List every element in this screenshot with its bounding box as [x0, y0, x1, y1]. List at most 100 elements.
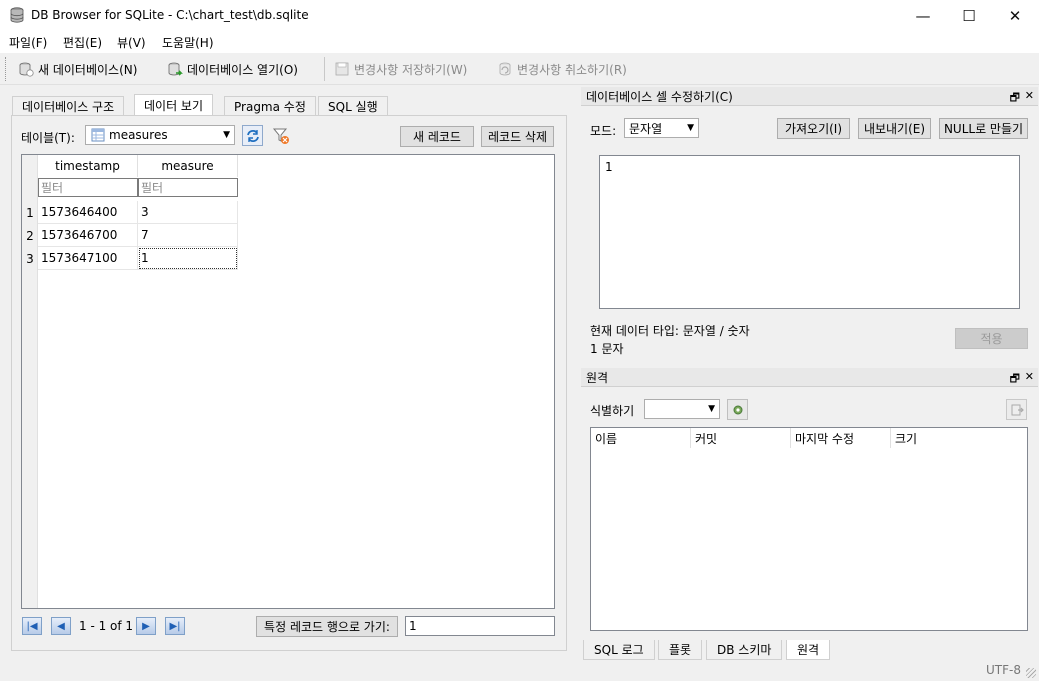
identity-settings-button[interactable] — [727, 399, 748, 420]
last-record-icon: ▶| — [169, 620, 181, 632]
minimize-button[interactable]: — — [900, 0, 946, 31]
tab-sql-log[interactable]: SQL 로그 — [583, 640, 655, 660]
clear-filter-icon — [272, 128, 289, 144]
dock-close-icon[interactable]: ✕ — [1025, 370, 1034, 383]
dock-float-icon[interactable]: 🗗 — [1010, 89, 1020, 108]
row-number[interactable]: 2 — [22, 224, 38, 247]
set-null-label: NULL로 만들기 — [943, 122, 1024, 136]
close-button[interactable]: ✕ — [992, 0, 1038, 31]
tab-label: 데이터 보기 — [144, 99, 204, 113]
edit-cell-dock-title[interactable]: 데이터베이스 셀 수정하기(C) 🗗 ✕ — [581, 87, 1038, 106]
previous-record-button[interactable]: ◀ — [51, 617, 71, 635]
menu-help[interactable]: 도움말(H) — [162, 34, 214, 51]
tab-plot[interactable]: 플롯 — [658, 640, 703, 660]
set-null-button[interactable]: NULL로 만들기 — [939, 118, 1028, 139]
identity-select[interactable]: ▼ — [644, 399, 720, 419]
new-database-icon — [19, 62, 34, 77]
record-counter: 1 - 1 of 1 — [79, 619, 134, 633]
toolbar-separator — [324, 57, 325, 81]
next-record-button[interactable]: ▶ — [136, 617, 156, 635]
table-cell-selected[interactable]: 1 — [138, 247, 238, 270]
dock-close-icon[interactable]: ✕ — [1025, 89, 1034, 102]
mode-select[interactable]: 문자열 ▼ — [624, 118, 699, 138]
remote-file-list[interactable]: 이름 커밋 마지막 수정 크기 — [590, 427, 1028, 631]
cell-editor[interactable]: 1 — [599, 155, 1020, 309]
refresh-button[interactable] — [242, 125, 263, 146]
go-to-record-label: 특정 레코드 행으로 가기: — [264, 620, 390, 634]
table-cell[interactable]: 1573646400 — [38, 201, 138, 224]
first-record-icon: |◀ — [26, 620, 38, 632]
table-select[interactable]: measures ▼ — [85, 125, 235, 145]
delete-record-button[interactable]: 레코드 삭제 — [481, 126, 554, 147]
chevron-down-icon: ▼ — [223, 130, 230, 140]
new-record-button[interactable]: 새 레코드 — [400, 126, 474, 147]
tab-edit-pragmas[interactable]: Pragma 수정 — [224, 96, 316, 116]
table-cell[interactable]: 1573646700 — [38, 224, 138, 247]
window-title: DB Browser for SQLite - C:\chart_test\db… — [31, 8, 309, 22]
last-record-button[interactable]: ▶| — [165, 617, 185, 635]
tab-browse-data[interactable]: 데이터 보기 — [134, 94, 214, 116]
remote-title: 원격 — [586, 370, 609, 385]
first-record-button[interactable]: |◀ — [22, 617, 42, 635]
toolbar-grip[interactable] — [5, 57, 8, 81]
go-to-record-button[interactable]: 특정 레코드 행으로 가기: — [256, 616, 398, 637]
table-icon — [91, 128, 105, 142]
row-number[interactable]: 1 — [22, 201, 38, 224]
go-to-record-input[interactable]: 1 — [405, 616, 555, 636]
previous-record-icon: ◀ — [57, 620, 65, 632]
column-header-name[interactable]: 이름 — [591, 428, 691, 448]
column-header-label: measure — [161, 159, 214, 173]
menu-view[interactable]: 뷰(V) — [117, 34, 146, 51]
column-header-size[interactable]: 크기 — [891, 428, 991, 448]
column-header-measure[interactable]: measure — [138, 155, 238, 177]
tab-db-schema[interactable]: DB 스키마 — [706, 640, 783, 660]
import-button[interactable]: 가져오기(I) — [777, 118, 850, 139]
title-bar: DB Browser for SQLite - C:\chart_test\db… — [0, 0, 1039, 31]
open-database-label: 데이터베이스 열기(O) — [187, 62, 298, 77]
column-header-label: timestamp — [55, 159, 120, 173]
column-header-timestamp[interactable]: timestamp — [38, 155, 138, 177]
remote-dock-title[interactable]: 원격 🗗 ✕ — [581, 368, 1038, 387]
tab-label: 플롯 — [669, 643, 692, 657]
tab-label: DB 스키마 — [717, 643, 772, 657]
table-cell[interactable]: 1573647100 — [38, 247, 138, 270]
revert-changes-button[interactable]: 변경사항 취소하기(R) — [497, 59, 627, 79]
resize-grip[interactable] — [1026, 668, 1036, 678]
row-number[interactable]: 3 — [22, 247, 38, 270]
export-button[interactable]: 내보내기(E) — [858, 118, 931, 139]
table-cell[interactable]: 3 — [138, 201, 238, 224]
revert-changes-label: 변경사항 취소하기(R) — [517, 62, 627, 77]
menu-file[interactable]: 파일(F) — [9, 34, 47, 51]
column-header-label: 이름 — [595, 431, 618, 446]
tab-remote[interactable]: 원격 — [786, 640, 831, 660]
maximize-button[interactable]: ☐ — [946, 0, 992, 31]
filter-input-measure[interactable]: 필터 — [138, 178, 238, 197]
gear-icon — [733, 405, 742, 414]
import-label: 가져오기(I) — [784, 122, 843, 136]
write-changes-button[interactable]: 변경사항 저장하기(W) — [334, 59, 467, 79]
tab-execute-sql[interactable]: SQL 실행 — [318, 96, 388, 116]
new-database-button[interactable]: 새 데이터베이스(N) — [18, 59, 137, 79]
table-cell[interactable]: 7 — [138, 224, 238, 247]
column-header-last-modified[interactable]: 마지막 수정 — [791, 428, 891, 448]
menu-edit[interactable]: 편집(E) — [63, 34, 102, 51]
filter-placeholder: 필터 — [41, 181, 64, 195]
chevron-down-icon: ▼ — [708, 404, 715, 414]
apply-label: 적용 — [980, 332, 1003, 346]
tab-label: SQL 로그 — [594, 643, 644, 657]
identity-label: 식별하기 — [590, 404, 635, 418]
chevron-down-icon: ▼ — [687, 123, 694, 133]
clear-filters-button[interactable] — [270, 125, 291, 146]
open-database-button[interactable]: 데이터베이스 열기(O) — [167, 59, 298, 79]
apply-button[interactable]: 적용 — [955, 328, 1028, 349]
write-changes-label: 변경사항 저장하기(W) — [354, 62, 468, 77]
dock-float-icon[interactable]: 🗗 — [1010, 370, 1020, 389]
new-record-label: 새 레코드 — [413, 130, 461, 144]
filter-input-timestamp[interactable]: 필터 — [38, 178, 138, 197]
column-header-commit[interactable]: 커밋 — [691, 428, 791, 448]
table-select-value: measures — [109, 128, 168, 142]
tab-database-structure[interactable]: 데이터베이스 구조 — [12, 96, 125, 116]
data-grid[interactable]: timestamp measure 필터 필터 1 1573646400 3 2… — [21, 154, 555, 609]
write-changes-icon — [335, 62, 349, 76]
push-database-button[interactable] — [1006, 399, 1027, 420]
